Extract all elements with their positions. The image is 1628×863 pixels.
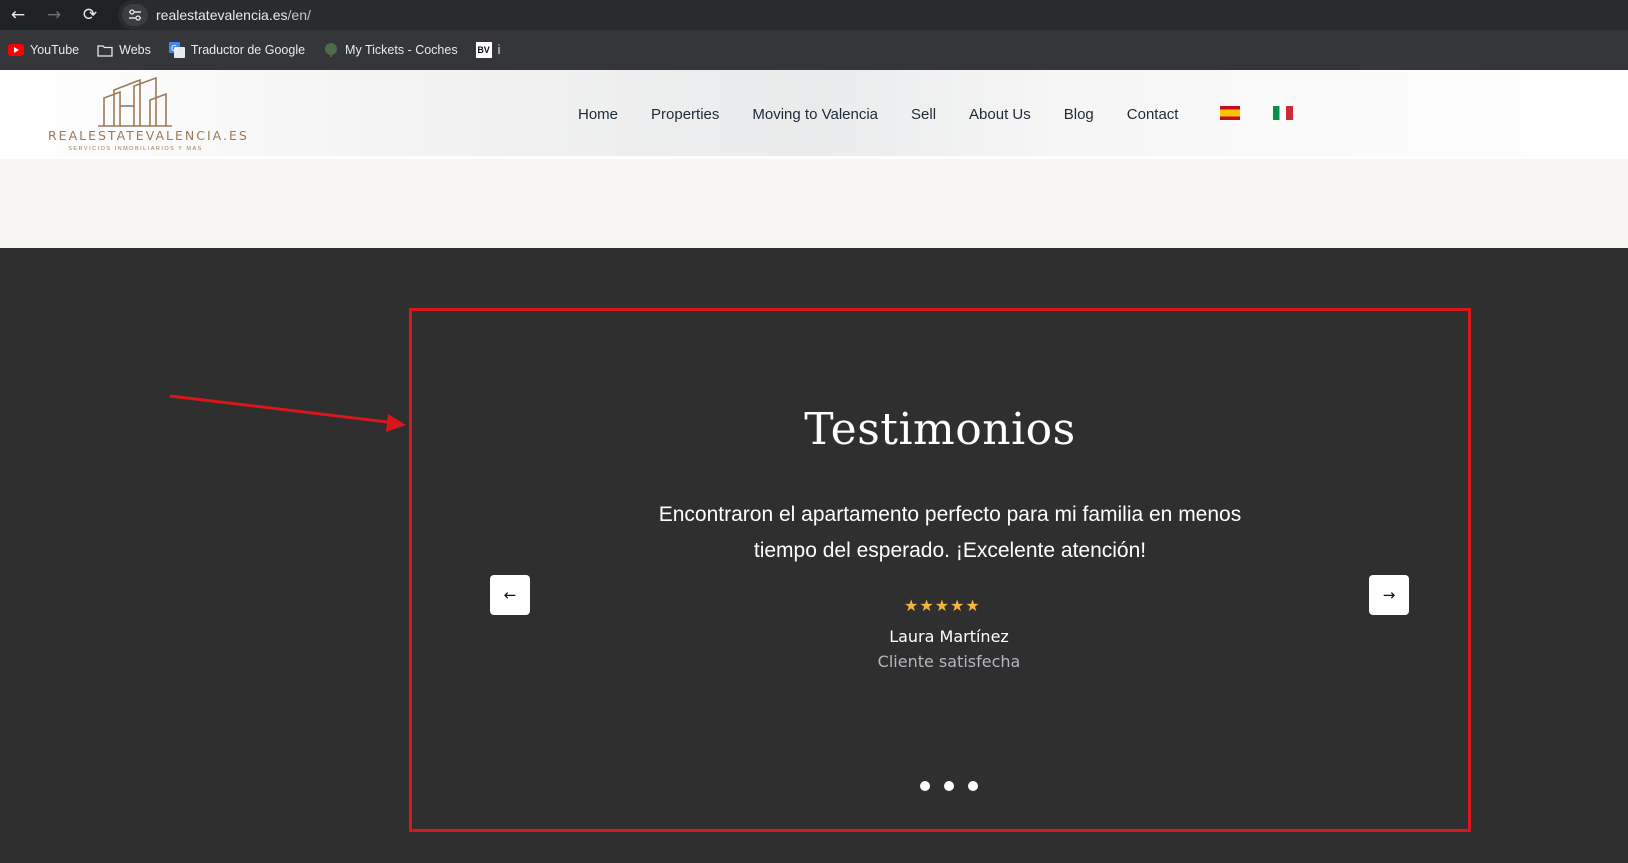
bookmark-youtube[interactable]: YouTube — [8, 42, 79, 58]
spain-flag-icon[interactable] — [1220, 106, 1240, 120]
menu-properties[interactable]: Properties — [651, 106, 719, 123]
svg-text:G: G — [171, 44, 177, 53]
logo-subtitle: SERVICIOS INMOBILIARIOS Y MAS — [68, 146, 203, 152]
star-rating: ★★★★★ — [904, 596, 981, 615]
logo-text: REALESTATEVALENCIA.ES — [48, 128, 249, 143]
bookmark-my-tickets[interactable]: My Tickets - Coches — [323, 42, 458, 58]
bookmark-label: YouTube — [30, 43, 80, 57]
youtube-icon — [8, 42, 24, 58]
bookmark-traductor[interactable]: G Traductor de Google — [168, 42, 306, 58]
browser-toolbar: ← → ⟳ realestatevalencia.es/en/ — [0, 0, 1628, 30]
arrow-left-icon: ← — [503, 586, 517, 604]
menu-moving-to-valencia[interactable]: Moving to Valencia — [752, 106, 878, 123]
testimonials-heading: Testimonios — [804, 404, 1076, 455]
italy-flag-icon[interactable] — [1273, 106, 1293, 120]
menu-contact[interactable]: Contact — [1127, 106, 1179, 123]
testimonial-role: Cliente satisfecha — [877, 652, 1021, 671]
bookmark-label: My Tickets - Coches — [345, 43, 458, 57]
menu-home[interactable]: Home — [578, 106, 618, 123]
address-bar[interactable]: realestatevalencia.es/en/ — [118, 0, 1628, 30]
bookmark-webs[interactable]: Webs — [97, 42, 151, 58]
site-info-icon[interactable] — [122, 4, 148, 26]
buildings-logo-icon — [98, 76, 172, 127]
bookmarks-bar: YouTube Webs G Traductor de Google My Ti… — [0, 30, 1628, 70]
google-translate-icon: G — [168, 42, 185, 58]
testimonial-author: Laura Martínez — [889, 627, 1009, 646]
menu-blog[interactable]: Blog — [1064, 106, 1094, 123]
arrow-right-icon: → — [1382, 586, 1396, 604]
bv-icon: BV — [475, 42, 492, 58]
url-text: realestatevalencia.es/en/ — [156, 7, 311, 23]
bookmark-bv[interactable]: BV i — [475, 42, 501, 58]
forward-button[interactable]: → — [36, 0, 72, 30]
url-host: realestatevalencia.es — [156, 7, 288, 23]
hero-band — [0, 159, 1628, 248]
folder-icon — [97, 42, 113, 58]
site-header: REALESTATEVALENCIA.ES SERVICIOS INMOBILI… — [0, 70, 1628, 159]
reload-button[interactable]: ⟳ — [72, 0, 108, 30]
carousel-dot[interactable] — [920, 781, 930, 791]
carousel-next-button[interactable]: → — [1369, 575, 1409, 615]
site-logo[interactable]: REALESTATEVALENCIA.ES SERVICIOS INMOBILI… — [48, 76, 249, 158]
bookmark-label: i — [497, 43, 501, 57]
testimonial-quote: Encontraron el apartamento perfecto para… — [658, 503, 1242, 562]
back-button[interactable]: ← — [0, 0, 36, 30]
carousel-prev-button[interactable]: ← — [490, 575, 530, 615]
bookmark-label: Traductor de Google — [190, 43, 306, 57]
carousel-dot[interactable] — [944, 781, 954, 791]
url-path: /en/ — [287, 7, 311, 23]
carousel-dots — [920, 781, 992, 791]
carousel-dot[interactable] — [968, 781, 978, 791]
menu-sell[interactable]: Sell — [911, 106, 936, 123]
main-menu: Home Properties Moving to Valencia Sell … — [578, 106, 1211, 123]
menu-about-us[interactable]: About Us — [969, 106, 1031, 123]
bookmark-label: Webs — [119, 43, 151, 57]
tree-icon — [323, 42, 339, 58]
red-arrow-annotation — [169, 394, 406, 432]
highlight-frame — [409, 308, 1471, 832]
